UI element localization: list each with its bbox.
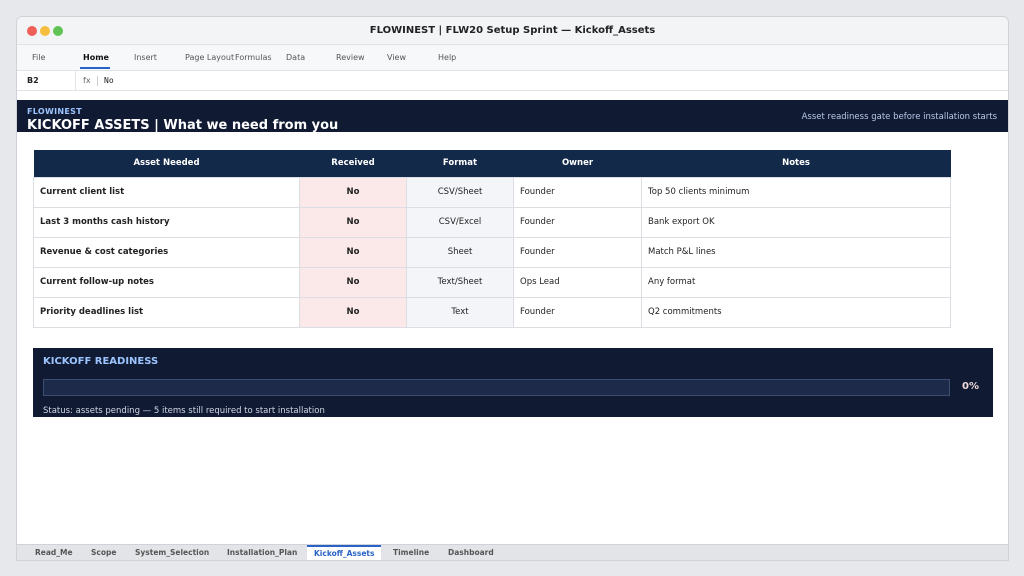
table-row: Last 3 months cash history No CSV/Excel … <box>33 206 951 238</box>
asset-cell[interactable]: Current client list <box>33 176 300 208</box>
header-asset-needed[interactable]: Asset Needed <box>33 150 300 177</box>
sheet-tab-timeline[interactable]: Timeline <box>393 545 429 560</box>
received-cell[interactable]: No <box>299 266 407 298</box>
notes-cell[interactable]: Q2 commitments <box>641 296 951 328</box>
owner-cell[interactable]: Founder <box>513 206 642 238</box>
notes-cell[interactable]: Bank export OK <box>641 206 951 238</box>
assets-table: Asset Needed Received Format Owner Notes… <box>33 150 951 328</box>
readiness-title: KICKOFF READINESS <box>43 356 159 367</box>
asset-cell[interactable]: Revenue & cost categories <box>33 236 300 268</box>
ribbon-tab-home[interactable]: Home <box>83 53 109 62</box>
readiness-panel: KICKOFF READINESS 0% Status: assets pend… <box>33 348 993 417</box>
header-owner[interactable]: Owner <box>513 150 642 177</box>
header-received[interactable]: Received <box>299 150 407 177</box>
readiness-progress-bar <box>43 379 950 396</box>
sheet-tab-read-me[interactable]: Read_Me <box>35 545 73 560</box>
title-bar: FLOWINEST | FLW20 Setup Sprint — Kickoff… <box>17 17 1008 45</box>
ribbon-tabs: File Home Insert Page Layout Formulas Da… <box>17 45 1008 71</box>
sheet-tab-installation-plan[interactable]: Installation_Plan <box>227 545 297 560</box>
brand-label: FLOWINEST <box>27 107 82 116</box>
received-cell[interactable]: No <box>299 206 407 238</box>
spreadsheet-window: FLOWINEST | FLW20 Setup Sprint — Kickoff… <box>16 16 1009 561</box>
window-title: FLOWINEST | FLW20 Setup Sprint — Kickoff… <box>369 25 656 36</box>
ribbon-tab-data[interactable]: Data <box>286 53 305 62</box>
notes-cell[interactable]: Top 50 clients minimum <box>641 176 951 208</box>
ribbon-tab-insert[interactable]: Insert <box>134 53 157 62</box>
ribbon-tab-formulas[interactable]: Formulas <box>235 53 272 62</box>
asset-cell[interactable]: Last 3 months cash history <box>33 206 300 238</box>
format-cell[interactable]: CSV/Sheet <box>406 176 514 208</box>
readiness-percent: 0% <box>962 381 979 392</box>
sheet-tab-kickoff-assets[interactable]: Kickoff_Assets <box>307 545 382 560</box>
table-row: Revenue & cost categories No Sheet Found… <box>33 236 951 268</box>
format-cell[interactable]: Text/Sheet <box>406 266 514 298</box>
formula-bar-separator <box>97 76 98 86</box>
owner-cell[interactable]: Founder <box>513 176 642 208</box>
fx-icon[interactable]: fx <box>83 76 91 85</box>
name-box[interactable]: B2 <box>27 76 39 85</box>
header-notes[interactable]: Notes <box>641 150 951 177</box>
owner-cell[interactable]: Founder <box>513 296 642 328</box>
formula-bar-divider <box>75 71 76 91</box>
received-cell[interactable]: No <box>299 176 407 208</box>
format-cell[interactable]: CSV/Excel <box>406 206 514 238</box>
ribbon-tab-view[interactable]: View <box>387 53 406 62</box>
ribbon-tab-review[interactable]: Review <box>336 53 365 62</box>
table-row: Current follow-up notes No Text/Sheet Op… <box>33 266 951 298</box>
notes-cell[interactable]: Any format <box>641 266 951 298</box>
sheet-tab-system-selection[interactable]: System_Selection <box>135 545 209 560</box>
formula-bar: B2 fx No <box>17 71 1008 91</box>
active-tab-indicator <box>80 67 110 69</box>
readiness-status: Status: assets pending — 5 items still r… <box>43 406 325 416</box>
format-cell[interactable]: Sheet <box>406 236 514 268</box>
page-title: KICKOFF ASSETS | What we need from you <box>27 118 339 133</box>
table-row: Current client list No CSV/Sheet Founder… <box>33 176 951 208</box>
ribbon-tab-help[interactable]: Help <box>438 53 456 62</box>
owner-cell[interactable]: Founder <box>513 236 642 268</box>
sheet-tab-scope[interactable]: Scope <box>91 545 116 560</box>
received-cell[interactable]: No <box>299 236 407 268</box>
owner-cell[interactable]: Ops Lead <box>513 266 642 298</box>
table-header-row: Asset Needed Received Format Owner Notes <box>33 150 951 177</box>
received-cell[interactable]: No <box>299 296 407 328</box>
table-row: Priority deadlines list No Text Founder … <box>33 296 951 328</box>
header-format[interactable]: Format <box>406 150 514 177</box>
ribbon-tab-file[interactable]: File <box>32 53 45 62</box>
ribbon-tab-page-layout[interactable]: Page Layout <box>185 53 234 62</box>
sheet-tab-dashboard[interactable]: Dashboard <box>448 545 494 560</box>
asset-cell[interactable]: Current follow-up notes <box>33 266 300 298</box>
formula-input[interactable]: No <box>104 76 114 85</box>
sheet-tab-bar: Read_Me Scope System_Selection Installat… <box>17 544 1008 560</box>
sheet-banner: FLOWINEST KICKOFF ASSETS | What we need … <box>17 100 1008 133</box>
format-cell[interactable]: Text <box>406 296 514 328</box>
notes-cell[interactable]: Match P&L lines <box>641 236 951 268</box>
asset-cell[interactable]: Priority deadlines list <box>33 296 300 328</box>
banner-subtitle: Asset readiness gate before installation… <box>801 112 997 122</box>
